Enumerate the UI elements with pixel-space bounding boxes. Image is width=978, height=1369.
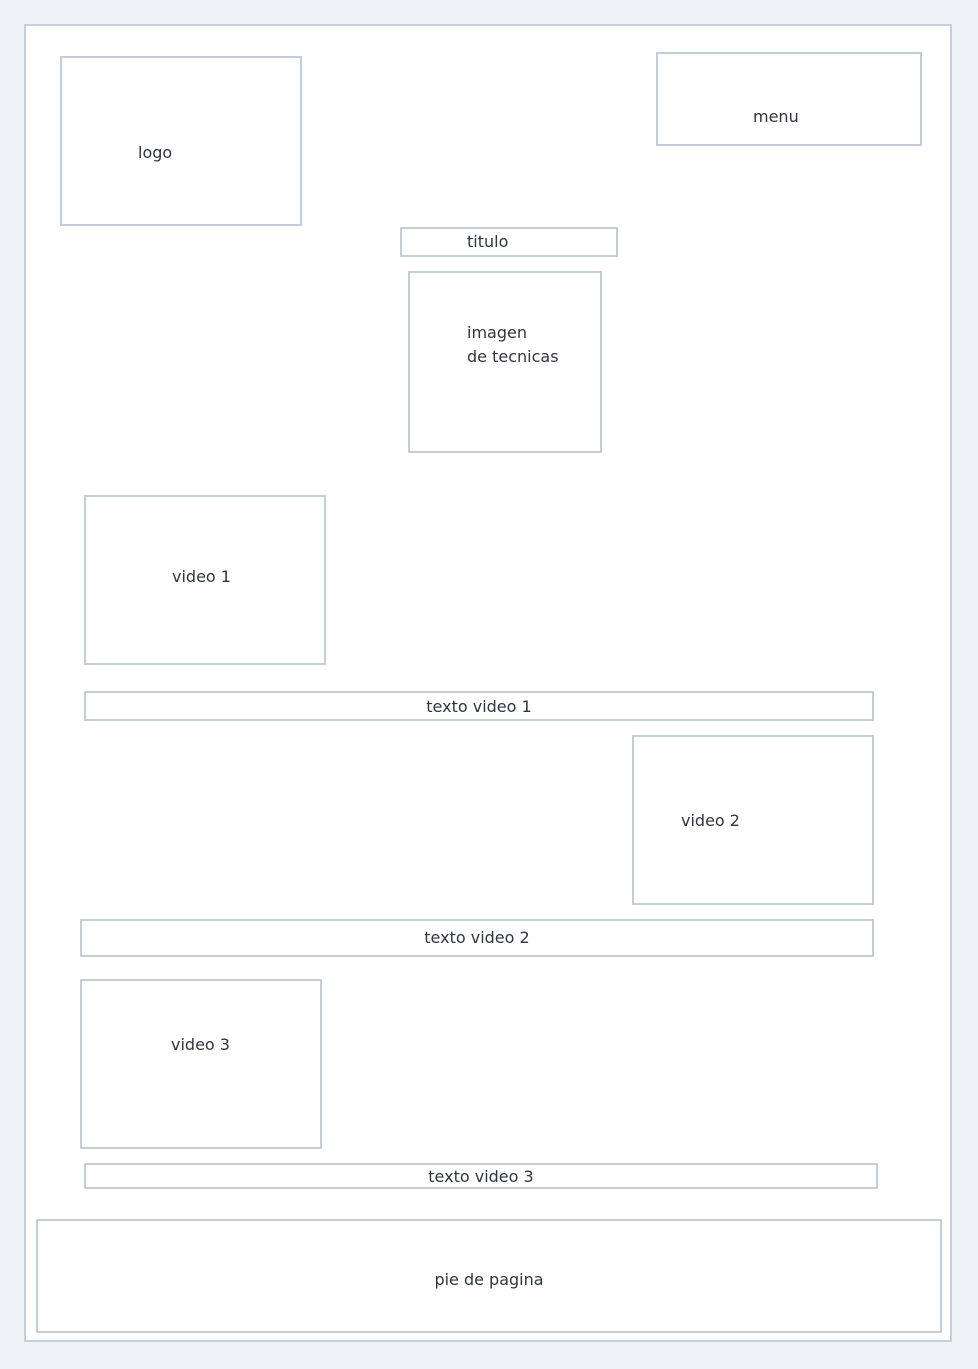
video-3-placeholder: video 3	[80, 979, 322, 1149]
video-2-label: video 2	[681, 811, 740, 830]
menu-placeholder: menu	[656, 52, 922, 146]
technique-image-label-line2: de tecnicas	[467, 347, 559, 366]
technique-image-placeholder: imagen de tecnicas	[408, 271, 602, 453]
video-3-label: video 3	[171, 1035, 230, 1054]
menu-label: menu	[753, 107, 799, 126]
video-3-text-label: texto video 3	[428, 1167, 534, 1186]
logo-label: logo	[138, 143, 173, 162]
video-1-label: video 1	[172, 567, 231, 586]
video-2-text-placeholder: texto video 2	[80, 919, 874, 957]
video-2-text-label: texto video 2	[424, 928, 530, 947]
video-3-text-placeholder: texto video 3	[84, 1163, 878, 1189]
video-2-placeholder: video 2	[632, 735, 874, 905]
footer-label: pie de pagina	[434, 1270, 544, 1289]
technique-image-label-line1: imagen	[467, 323, 527, 342]
footer-placeholder: pie de pagina	[36, 1219, 942, 1333]
video-1-placeholder: video 1	[84, 495, 326, 665]
video-1-text-placeholder: texto video 1	[84, 691, 874, 721]
video-1-text-label: texto video 1	[426, 697, 532, 716]
logo-placeholder: logo	[60, 56, 302, 226]
title-label: titulo	[467, 232, 509, 251]
title-placeholder: titulo	[400, 227, 618, 257]
